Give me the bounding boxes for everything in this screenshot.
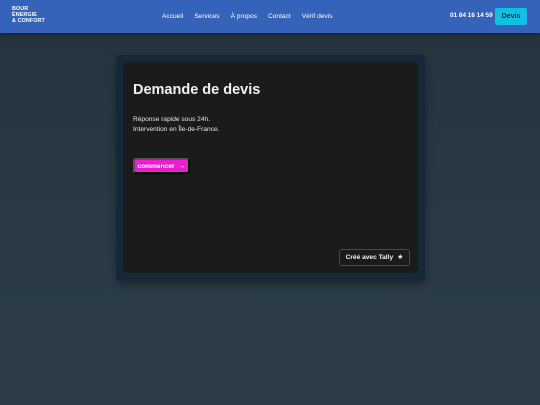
main-nav: Accueil Services À propos Contact Vérif … xyxy=(162,0,344,33)
form-title: Demande de devis xyxy=(133,82,261,98)
site-logo[interactable]: BOUR ÉNERGIE & CONFORT xyxy=(12,6,62,24)
nav-link-accueil[interactable]: Accueil xyxy=(162,13,183,20)
start-button-label: commencer xyxy=(137,162,175,170)
form-description-line-2: Intervention en Île-de-France. xyxy=(133,126,220,133)
arrow-right-icon: → xyxy=(178,162,186,170)
devis-button[interactable]: Devis xyxy=(495,8,527,25)
phone-number-link[interactable]: 01 84 16 14 59 xyxy=(450,12,493,19)
tally-badge-label: Créé avec Tally xyxy=(345,254,394,261)
made-with-tally-badge[interactable]: Créé avec Tally ★ xyxy=(339,249,410,266)
star-icon: ★ xyxy=(397,254,404,261)
logo-line-3: & CONFORT xyxy=(12,18,45,24)
nav-link-a-propos[interactable]: À propos xyxy=(231,13,257,20)
navbar: BOUR ÉNERGIE & CONFORT Accueil Services … xyxy=(0,0,540,33)
nav-link-verif-devis[interactable]: Vérif devis xyxy=(302,13,333,20)
nav-link-services[interactable]: Services xyxy=(194,13,219,20)
page-footer-area xyxy=(0,315,540,405)
form-description: Réponse rapide sous 24h. Intervention en… xyxy=(133,115,220,135)
start-button[interactable]: commencer → xyxy=(133,158,190,174)
form-description-line-1: Réponse rapide sous 24h. xyxy=(133,116,210,123)
nav-link-contact[interactable]: Contact xyxy=(268,13,291,20)
